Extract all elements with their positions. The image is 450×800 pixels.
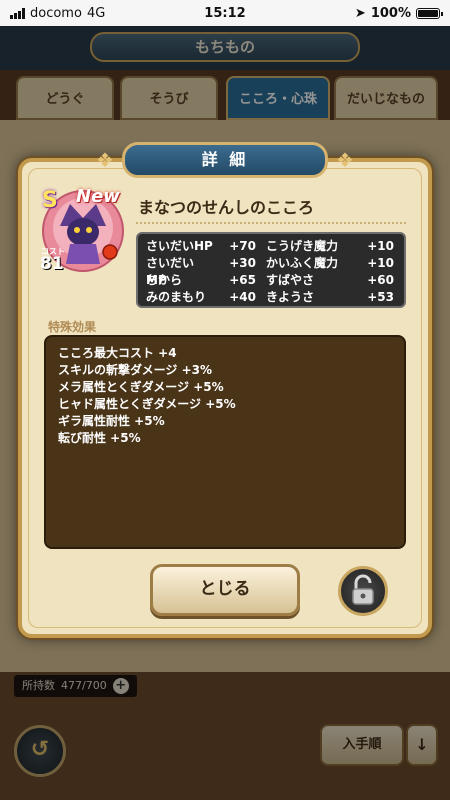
stat-row: さいだいMP +30 かいふく魔力 +10: [146, 255, 396, 287]
item-name: まなつのせんしのこころ: [138, 198, 315, 217]
stat-value: +65: [229, 273, 256, 287]
close-button[interactable]: とじる: [150, 564, 300, 616]
rank-badge: S: [42, 188, 58, 213]
stat-value: +70: [229, 239, 256, 253]
stat-name: さいだいHP: [146, 239, 213, 253]
ornament-left-icon: ❖: [96, 148, 114, 172]
new-badge: New: [76, 186, 120, 207]
stat-name: すばやさ: [266, 273, 315, 287]
cost-value: 81: [40, 254, 64, 274]
battery-percent: 100%: [370, 5, 411, 21]
stat-value: +10: [367, 256, 394, 270]
effect-line: こころ最大コスト +4: [58, 346, 177, 360]
effect-line: スキルの斬撃ダメージ +3%: [58, 363, 213, 377]
stat-row: さいだいHP +70 こうげき魔力 +10: [146, 238, 396, 255]
status-bar: docomo 4G 15:12 ➤ 100%: [0, 0, 450, 26]
stat-name: こうげき魔力: [266, 239, 339, 253]
unlock-icon: [352, 574, 374, 605]
stat-name: さいだいMP: [146, 256, 195, 287]
stat-value: +30: [229, 256, 256, 270]
ornament-right-icon: ❖: [336, 148, 354, 172]
special-effects-heading: 特殊効果: [48, 320, 97, 334]
stat-name: かいふく魔力: [266, 256, 339, 270]
effect-line: ギラ属性耐性 +5%: [58, 414, 165, 428]
effect-line: ヒャド属性とくぎダメージ +5%: [58, 397, 236, 411]
stat-value: +60: [367, 273, 394, 287]
stats-table: さいだいHP +70 こうげき魔力 +10 さいだいMP +30 かいふく魔力 +10 ちか…: [136, 232, 406, 308]
stat-value: +53: [367, 290, 394, 304]
effect-line: メラ属性とくぎダメージ +5%: [58, 380, 224, 394]
location-icon: ➤: [354, 5, 366, 21]
special-effects-box: こころ最大コスト +4 スキルの斬撃ダメージ +3% メラ属性とくぎダメージ +…: [44, 335, 406, 549]
stat-name: ちから: [146, 273, 183, 287]
stat-row: みのまもり +40 きようさ +53: [146, 289, 396, 306]
stat-name: みのまもり: [146, 290, 207, 304]
modal-title: 詳 細: [122, 142, 328, 178]
stat-value: +10: [367, 239, 394, 253]
stat-name: きようさ: [266, 290, 315, 304]
status-right: ➤ 100%: [354, 5, 443, 21]
battery-icon: [416, 7, 443, 19]
stat-value: +40: [229, 290, 256, 304]
stat-row: ちから +65 すばやさ +60: [146, 272, 396, 289]
lock-toggle-button[interactable]: [338, 566, 388, 616]
divider: [136, 222, 406, 224]
effect-line: 転び耐性 +5%: [58, 431, 141, 445]
